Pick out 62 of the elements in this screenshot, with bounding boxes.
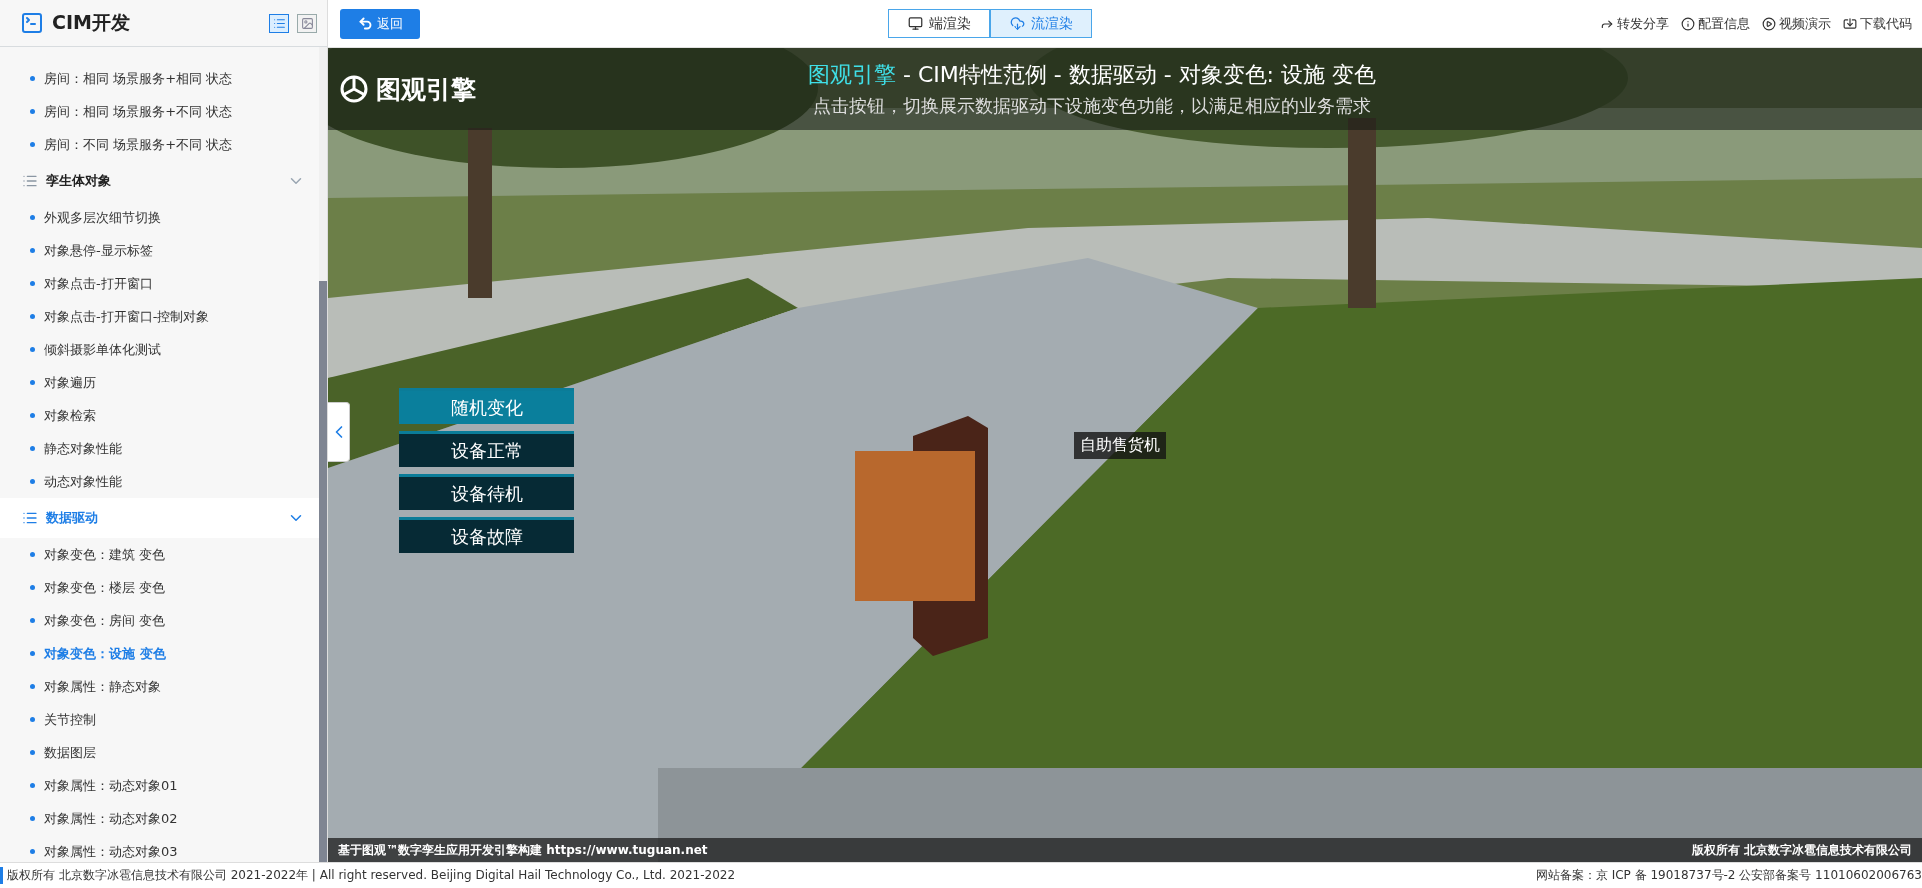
copyright-text: 版权所有 北京数字冰雹信息技术有限公司 xyxy=(1691,841,1912,859)
toolbar-link[interactable]: 视频演示 xyxy=(1762,14,1831,33)
state-button[interactable]: 随机变化 xyxy=(399,388,574,424)
list-icon xyxy=(22,173,38,189)
sidebar-item[interactable]: 对象变色：楼层 变色 xyxy=(0,571,319,604)
footer-registration: 网站备案：京 ICP 备 19018737号-2 公安部备案号 11010602006763 xyxy=(1535,867,1922,884)
sidebar-item[interactable]: 对象属性：动态对象01 xyxy=(0,769,319,802)
sidebar-item[interactable]: 房间：相同 场景服务+相同 状态 xyxy=(0,62,319,95)
sidebar-item[interactable]: 对象变色：设施 变色 xyxy=(0,637,319,670)
play-icon xyxy=(1762,16,1776,31)
page-subtitle: 点击按钮，切换展示数据驱动下设施变色功能，以满足相应的业务需求 xyxy=(813,94,1371,118)
sidebar-item[interactable]: 对象属性：动态对象02 xyxy=(0,802,319,835)
sidebar-item[interactable]: 外观多层次细节切换 xyxy=(0,201,319,234)
sidebar-item[interactable]: 动态对象性能 xyxy=(0,465,319,498)
sidebar-item[interactable]: 房间：相同 场景服务+不同 状态 xyxy=(0,95,319,128)
sidebar-item[interactable]: 房间：不同 场景服务+不同 状态 xyxy=(0,128,319,161)
sidebar-group[interactable]: 孪生体对象 xyxy=(0,161,319,201)
logo-icon xyxy=(338,73,370,105)
sidebar-item[interactable]: 对象变色：建筑 变色 xyxy=(0,538,319,571)
state-button[interactable]: 设备正常 xyxy=(399,431,574,467)
group-label: 孪生体对象 xyxy=(46,172,112,190)
sidebar-item[interactable]: 对象变色：房间 变色 xyxy=(0,604,319,637)
sidebar-item[interactable]: 对象属性：动态对象03 xyxy=(0,835,319,868)
page-title: 图观引擎 - CIM特性范例 - 数据驱动 - 对象变色: 设施 变色 xyxy=(808,61,1376,89)
sidebar-item[interactable]: 静态对象性能 xyxy=(0,432,319,465)
toolbar-link[interactable]: 下载代码 xyxy=(1843,14,1912,33)
caption-text: 基于图观™数字孪生应用开发引擎构建 https://www.tuguan.net xyxy=(338,841,708,859)
image-icon xyxy=(300,16,314,30)
terminal-icon xyxy=(20,11,44,35)
sidebar-item[interactable]: 数据图层 xyxy=(0,736,319,769)
object-label: 自助售货机 xyxy=(1074,432,1166,459)
cloud-download-icon xyxy=(1009,16,1025,31)
logo-text: 图观引擎 xyxy=(376,73,476,106)
import-icon xyxy=(1843,16,1857,31)
sidebar-item[interactable]: 对象悬停-显示标签 xyxy=(0,234,319,267)
list-icon xyxy=(272,16,286,30)
toolbar-link[interactable]: 转发分享 xyxy=(1600,14,1669,33)
sidebar-item[interactable]: 对象点击-打开窗口 xyxy=(0,267,319,300)
sidebar-item[interactable]: 对象遍历 xyxy=(0,366,319,399)
toolbar-link[interactable]: 配置信息 xyxy=(1681,14,1750,33)
footer-copyright: 版权所有 北京数字冰雹信息技术有限公司 2021-2022年 | All right reserved. Beijing Digital Hail Technology Co., Ltd. 2021-2022 xyxy=(0,867,736,884)
view-mode-button[interactable] xyxy=(269,13,289,33)
sidebar-item[interactable]: 对象检索 xyxy=(0,399,319,432)
info-icon xyxy=(1681,16,1695,31)
sidebar-item[interactable]: 对象属性：静态对象 xyxy=(0,670,319,703)
collapse-button[interactable] xyxy=(328,402,350,462)
view-mode-button[interactable] xyxy=(297,13,317,33)
scrollbar[interactable] xyxy=(319,47,327,862)
sidebar-item[interactable]: 倾斜摄影单体化测试 xyxy=(0,333,319,366)
sidebar-title: CIM开发 xyxy=(52,10,131,35)
back-arrow-icon xyxy=(357,16,373,31)
render-mode-button[interactable]: 端渲染 xyxy=(888,9,990,38)
state-button[interactable]: 设备故障 xyxy=(399,517,574,553)
sidebar-item[interactable]: 关节控制 xyxy=(0,703,319,736)
group-label: 数据驱动 xyxy=(46,509,99,527)
sidebar-group[interactable]: 数据驱动 xyxy=(0,498,319,538)
back-button[interactable]: 返回 xyxy=(340,8,420,39)
state-button[interactable]: 设备待机 xyxy=(399,474,574,510)
render-mode-button[interactable]: 流渲染 xyxy=(990,9,1092,38)
monitor-icon xyxy=(907,16,923,31)
sidebar-item[interactable]: 对象点击-打开窗口-控制对象 xyxy=(0,300,319,333)
list-icon xyxy=(22,510,38,526)
